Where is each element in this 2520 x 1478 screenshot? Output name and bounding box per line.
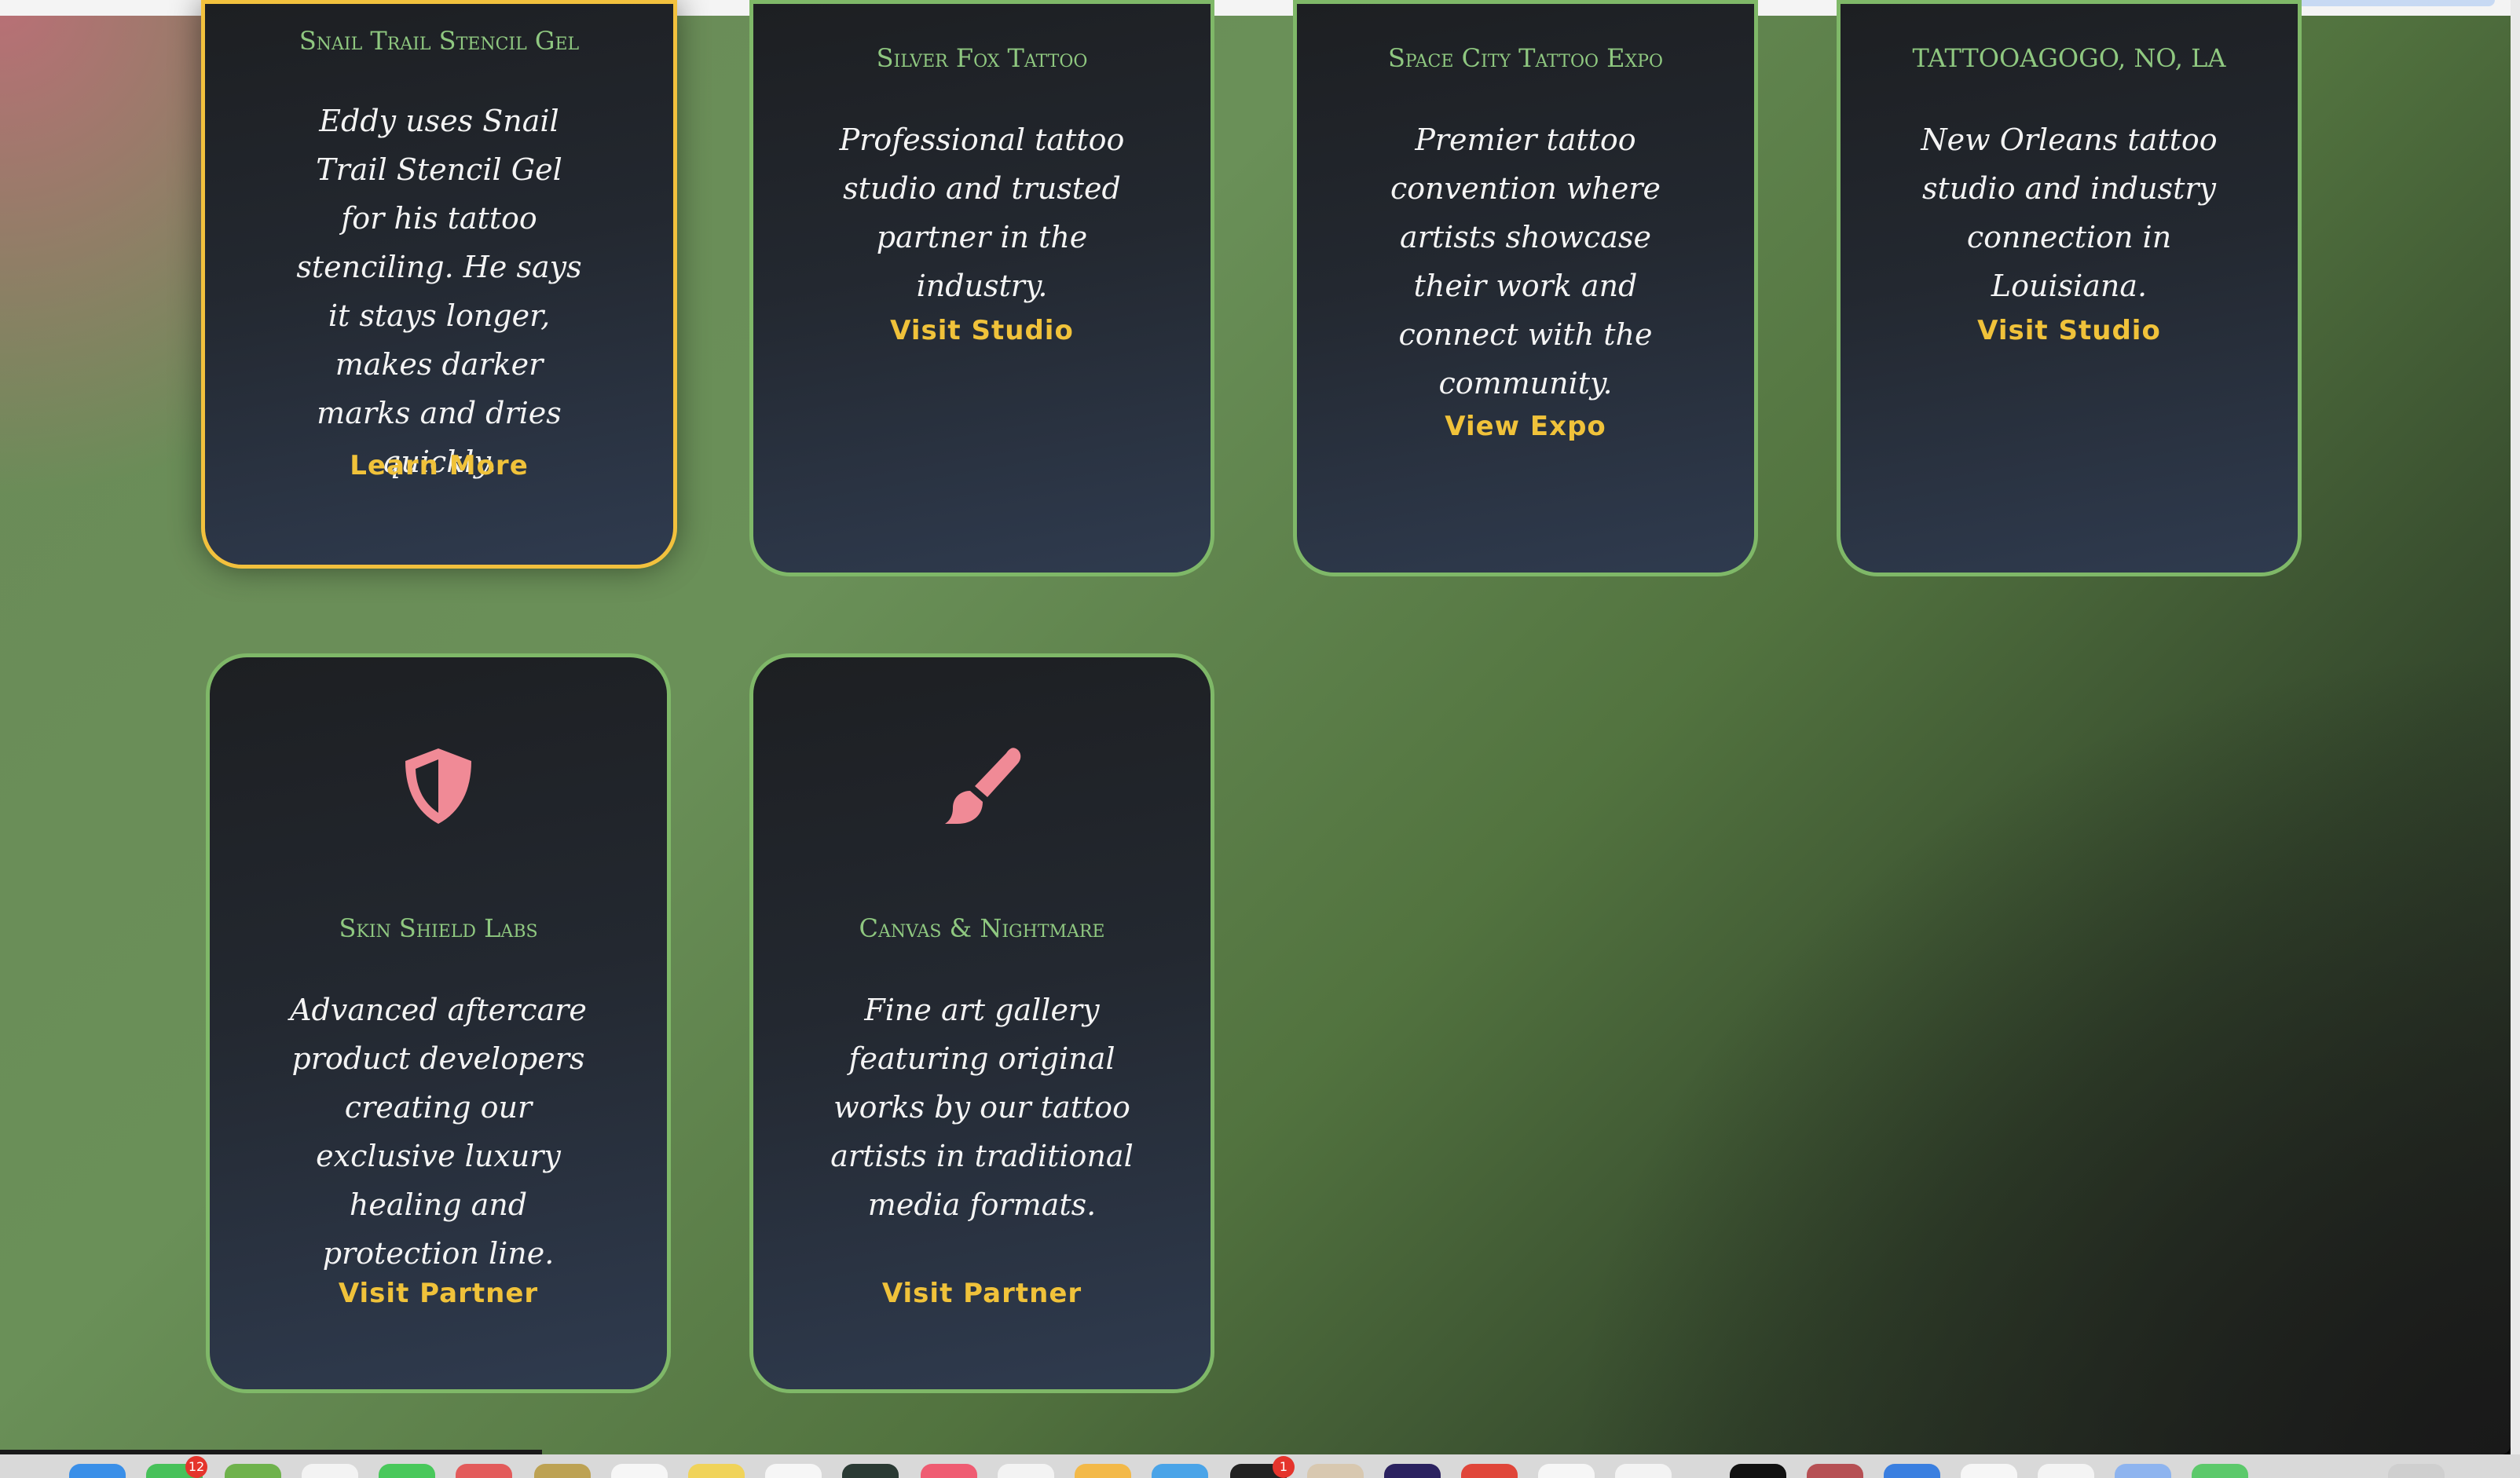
partner-card-space-city: Space City Tattoo Expo Premier tattoo co… <box>1293 0 1758 576</box>
partner-card-silver-fox: Silver Fox Tattoo Professional tattoo st… <box>749 0 1214 576</box>
contacts-icon[interactable] <box>1307 1464 1364 1478</box>
card-description: Premier tattoo convention where artists … <box>1390 123 1661 401</box>
calendar-icon[interactable] <box>456 1464 512 1478</box>
view-expo-link[interactable]: View Expo <box>1297 411 1754 442</box>
freeform-icon[interactable] <box>765 1464 822 1478</box>
card-description: Fine art gallery featuring original work… <box>830 993 1134 1222</box>
card-title: Silver Fox Tattoo <box>876 43 1088 73</box>
visit-studio-link[interactable]: Visit Studio <box>753 315 1211 346</box>
messages-badge: 12 <box>185 1456 207 1478</box>
trash-icon[interactable] <box>2388 1464 2445 1478</box>
photo-booth-icon[interactable] <box>1807 1464 1863 1478</box>
launcher-icon[interactable] <box>1384 1464 1441 1478</box>
visit-partner-link[interactable]: Visit Partner <box>753 1278 1211 1309</box>
page-background: Snail Trail Stencil Gel Eddy uses Snail … <box>0 0 2511 1454</box>
preview-icon[interactable] <box>998 1464 1054 1478</box>
visit-studio-link[interactable]: Visit Studio <box>1841 315 2298 346</box>
files-icon[interactable] <box>1538 1464 1595 1478</box>
safari-icon[interactable] <box>69 1464 126 1478</box>
numbers-icon[interactable] <box>2192 1464 2248 1478</box>
partner-card-canvas-nightmare: Canvas & Nightmare Fine art gallery feat… <box>749 653 1214 1393</box>
window-edge <box>2511 0 2520 1454</box>
news-icon[interactable] <box>2038 1464 2094 1478</box>
reminders-icon[interactable] <box>611 1464 668 1478</box>
partner-card-tattooagogo: TATTOOAGOGO, NO, LA New Orleans tattoo s… <box>1837 0 2302 576</box>
documents-icon[interactable] <box>1961 1464 2017 1478</box>
maps-icon[interactable] <box>225 1464 281 1478</box>
card-description: Professional tattoo studio and trusted p… <box>839 123 1125 303</box>
keynote-icon[interactable] <box>2115 1464 2171 1478</box>
card-description: Advanced aftercare product developers cr… <box>290 993 587 1271</box>
card-title: Space City Tattoo Expo <box>1387 43 1664 73</box>
mail-icon[interactable] <box>1884 1464 1940 1478</box>
music-icon[interactable] <box>921 1464 977 1478</box>
terminal-icon[interactable] <box>842 1464 899 1478</box>
dock: 12 1 <box>0 1454 2520 1478</box>
notes-icon[interactable] <box>534 1464 591 1478</box>
card-description: New Orleans tattoo studio and industry c… <box>1921 123 2218 303</box>
pages-icon[interactable] <box>1075 1464 1131 1478</box>
visit-partner-link[interactable]: Visit Partner <box>210 1278 667 1309</box>
card-title: Snail Trail Stencil Gel <box>299 26 580 56</box>
partner-card-snail-trail: Snail Trail Stencil Gel Eddy uses Snail … <box>201 0 677 569</box>
partner-card-skin-shield: Skin Shield Labs Advanced aftercare prod… <box>206 653 671 1393</box>
chrome-icon[interactable] <box>1461 1464 1518 1478</box>
card-description: Eddy uses Snail Trail Stencil Gel for hi… <box>296 104 582 479</box>
app-store-icon[interactable] <box>1152 1464 1208 1478</box>
stickies-icon[interactable] <box>688 1464 745 1478</box>
terminal-dark-icon[interactable] <box>1730 1464 1786 1478</box>
learn-more-link[interactable]: Learn More <box>205 450 673 481</box>
photos-icon[interactable] <box>302 1464 358 1478</box>
shield-icon <box>401 745 476 827</box>
clock-badge: 1 <box>1273 1456 1295 1478</box>
paintbrush-icon <box>939 745 1025 827</box>
settings-icon[interactable] <box>1615 1464 1672 1478</box>
card-title: Skin Shield Labs <box>339 913 538 943</box>
card-title: TATTOOAGOGO, NO, LA <box>1912 43 2226 73</box>
card-title: Canvas & Nightmare <box>859 913 1105 943</box>
facetime-icon[interactable] <box>379 1464 435 1478</box>
